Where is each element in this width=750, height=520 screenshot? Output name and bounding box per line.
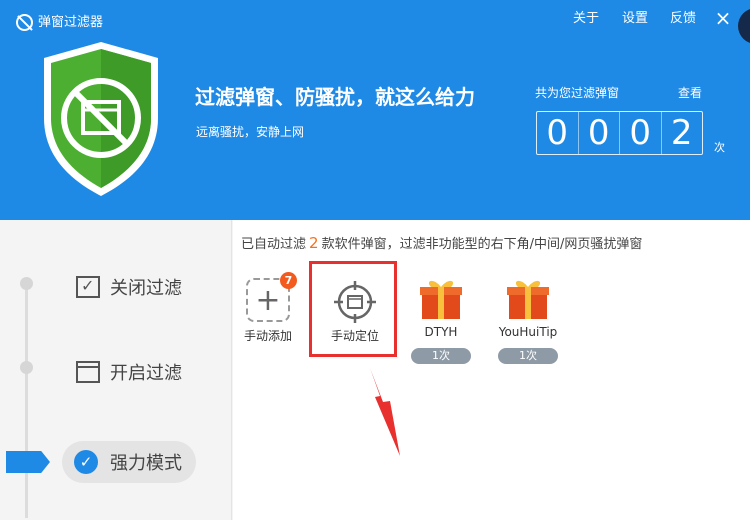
software-name: YouHuiTip xyxy=(498,325,558,339)
gift-box-icon[interactable] xyxy=(419,277,463,321)
plus-icon: + xyxy=(255,282,281,318)
mode-off-option[interactable]: 关闭过滤 xyxy=(76,274,182,300)
mode-off-label: 关闭过滤 xyxy=(110,278,182,299)
app-title: 弹窗过滤器 xyxy=(38,15,104,30)
software-count-badge: 1次 xyxy=(411,348,471,364)
headline: 过滤弹窗、防骚扰，就这么给力 xyxy=(195,85,475,109)
red-arrow-icon xyxy=(370,368,400,456)
view-link[interactable]: 查看 xyxy=(678,85,702,101)
app-logo-icon xyxy=(16,14,33,31)
summary-suffix: 款软件弹窗，过滤非功能型的右下角/中间/网页骚扰弹窗 xyxy=(321,237,643,252)
close-button[interactable]: × xyxy=(712,8,734,30)
counter-digit: 0 xyxy=(546,113,569,153)
window-icon xyxy=(76,361,100,383)
slider-stop[interactable] xyxy=(20,361,33,374)
mode-strong-label: 强力模式 xyxy=(110,453,182,474)
filter-counter: 0 0 0 2 xyxy=(536,111,703,155)
crosshair-window-icon[interactable] xyxy=(333,280,377,324)
summary-prefix: 已自动过滤 xyxy=(241,237,307,252)
header-banner: 弹窗过滤器 关于 设置 反馈 × 过滤弹窗、防骚扰，就这么给力 远离骚扰，安静上… xyxy=(0,0,750,220)
edge-avatar xyxy=(738,8,750,44)
subline: 远离骚扰，安静上网 xyxy=(196,125,305,139)
manual-add-label: 手动添加 xyxy=(243,329,292,343)
mode-slider-track xyxy=(25,284,28,518)
mode-on-label: 开启过滤 xyxy=(110,363,182,384)
checkbox-window-icon xyxy=(76,276,100,298)
software-name: DTYH xyxy=(424,325,458,339)
mode-slider-handle[interactable] xyxy=(6,451,50,473)
settings-link[interactable]: 设置 xyxy=(622,10,648,28)
gift-box-icon[interactable] xyxy=(506,277,550,321)
pending-badge: 7 xyxy=(280,272,297,289)
counter-digit: 2 xyxy=(660,112,703,154)
counter-digit: 0 xyxy=(619,112,661,154)
counter-label: 共为您过滤弹窗 xyxy=(535,86,620,100)
counter-unit: 次 xyxy=(714,141,725,154)
about-link[interactable]: 关于 xyxy=(573,10,599,28)
software-count-badge: 1次 xyxy=(498,348,558,364)
filtered-software-panel: 已自动过滤 2 款软件弹窗，过滤非功能型的右下角/中间/网页骚扰弹窗 + 7 手动添… xyxy=(233,220,750,520)
mode-strong-option[interactable]: ✓ 强力模式 xyxy=(62,441,196,483)
mode-panel: 关闭过滤 开启过滤 ✓ 强力模式 xyxy=(0,220,232,520)
filter-summary: 已自动过滤 2 款软件弹窗，过滤非功能型的右下角/中间/网页骚扰弹窗 xyxy=(241,234,642,254)
shield-icon xyxy=(44,42,158,196)
slider-stop[interactable] xyxy=(20,277,33,290)
mode-on-option[interactable]: 开启过滤 xyxy=(76,359,182,385)
summary-count: 2 xyxy=(309,234,319,252)
feedback-link[interactable]: 反馈 xyxy=(670,10,696,28)
manual-locate-label: 手动定位 xyxy=(330,329,379,343)
counter-digit: 0 xyxy=(577,112,620,154)
check-circle-icon: ✓ xyxy=(74,450,98,474)
